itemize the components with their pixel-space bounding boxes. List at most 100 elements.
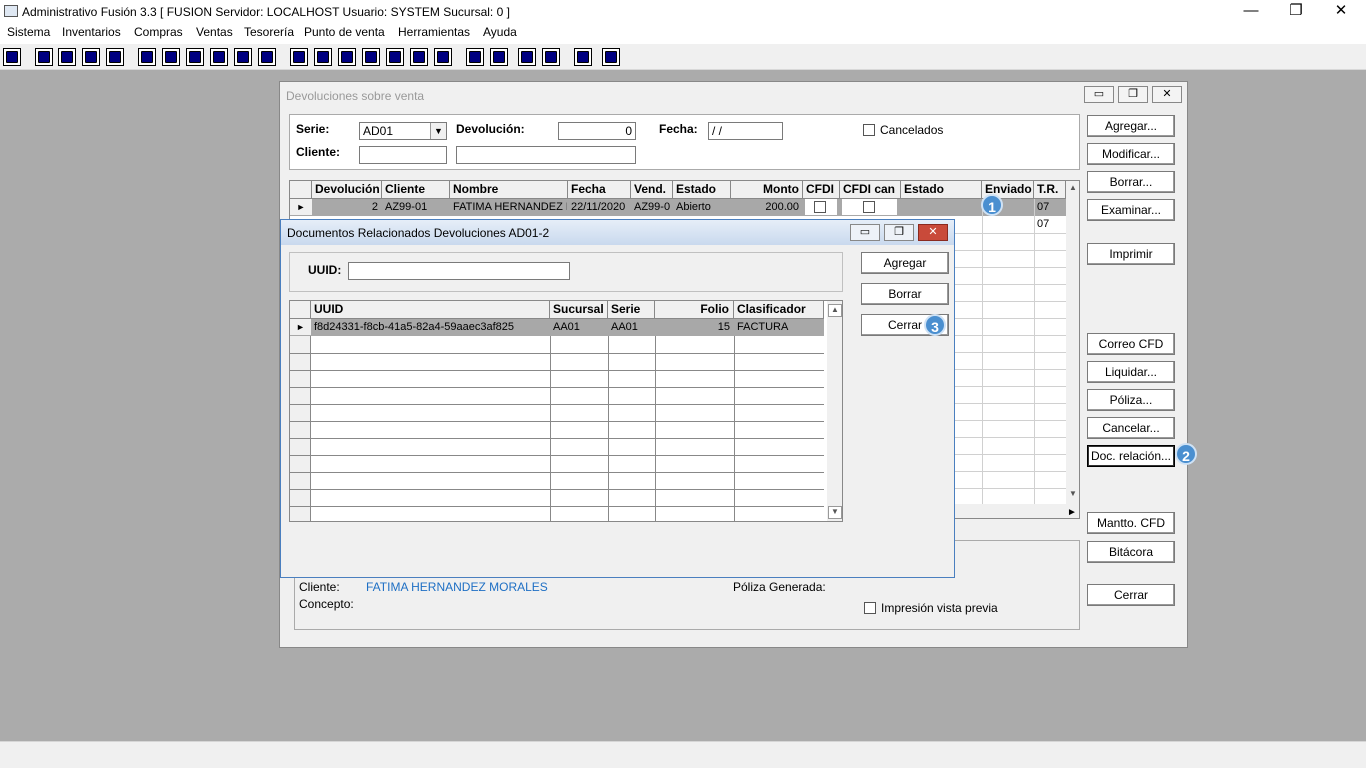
docrel-agregar-button[interactable]: Agregar [861, 252, 949, 274]
devolucion-input[interactable]: 0 [558, 122, 636, 140]
poliza-button[interactable]: Póliza... [1087, 389, 1175, 411]
toolbar-document-icon[interactable] [234, 48, 252, 66]
serie-label: Serie: [296, 122, 330, 136]
scroll-up-icon[interactable]: ▲ [1066, 183, 1079, 192]
cliente-name-input[interactable] [456, 146, 636, 164]
docrel-restore-icon[interactable]: ❐ [884, 224, 914, 241]
toolbar-table-icon[interactable] [434, 48, 452, 66]
menu-herramientas[interactable]: Herramientas [398, 25, 470, 39]
toolbar-window-icon[interactable] [35, 48, 53, 66]
col-estado[interactable]: Estado [673, 181, 731, 199]
footer-cliente-value: FATIMA HERNANDEZ MORALES [366, 580, 548, 594]
scroll-right-icon[interactable]: ► [1065, 507, 1079, 518]
grid-line [290, 455, 824, 456]
cliente-code-input[interactable] [359, 146, 447, 164]
correo-cfd-button[interactable]: Correo CFD [1087, 333, 1175, 355]
borrar-button[interactable]: Borrar... [1087, 171, 1175, 193]
toolbar-print-icon[interactable] [210, 48, 228, 66]
scroll-up-icon[interactable]: ▲ [828, 304, 842, 317]
grid-line [734, 336, 735, 521]
docrel-close-icon[interactable]: ✕ [918, 224, 948, 241]
toolbar-search-icon[interactable] [106, 48, 124, 66]
imprimir-button[interactable]: Imprimir [1087, 243, 1175, 265]
serie-select[interactable]: AD01 ▼ [359, 122, 447, 140]
liquidar-button[interactable]: Liquidar... [1087, 361, 1175, 383]
toolbar-back-icon[interactable] [574, 48, 592, 66]
impresion-checkbox[interactable] [864, 602, 876, 614]
toolbar-add-icon[interactable] [362, 48, 380, 66]
toolbar-doc-in-icon[interactable] [186, 48, 204, 66]
menu-ventas[interactable]: Ventas [196, 25, 233, 39]
toolbar-folder-icon[interactable] [162, 48, 180, 66]
chevron-down-icon[interactable]: ▼ [430, 123, 446, 139]
col-cfdi[interactable]: CFDI [803, 181, 840, 199]
agregar-button[interactable]: Agregar... [1087, 115, 1175, 137]
toolbar-undo-icon[interactable] [542, 48, 560, 66]
bitacora-button[interactable]: Bitácora [1087, 541, 1175, 563]
col-folio[interactable]: Folio [655, 301, 734, 319]
col-clasificador[interactable]: Clasificador [734, 301, 824, 319]
dev-minimize-icon[interactable]: ▭ [1084, 86, 1114, 103]
docrel-grid[interactable]: UUID Sucursal Serie Folio Clasificador ►… [289, 300, 843, 522]
col-vend[interactable]: Vend. [631, 181, 673, 199]
menu-compras[interactable]: Compras [134, 25, 183, 39]
menu-tesoreria[interactable]: Tesorería [244, 25, 294, 39]
col-devolucion[interactable]: Devolución [312, 181, 382, 199]
scroll-down-icon[interactable]: ▼ [828, 506, 842, 519]
uuid-input[interactable] [348, 262, 570, 280]
col-uuid[interactable]: UUID [311, 301, 550, 319]
col-estado-2[interactable]: Estado [901, 181, 982, 199]
vertical-scrollbar[interactable]: ▲ ▼ [1066, 181, 1079, 504]
cancelar-button[interactable]: Cancelar... [1087, 417, 1175, 439]
toolbar-note-icon[interactable] [410, 48, 428, 66]
toolbar-calc-icon[interactable] [3, 48, 21, 66]
examinar-button[interactable]: Examinar... [1087, 199, 1175, 221]
col-sucursal[interactable]: Sucursal [550, 301, 608, 319]
docrel-minimize-icon[interactable]: ▭ [850, 224, 880, 241]
cerrar-button[interactable]: Cerrar [1087, 584, 1175, 606]
mantto-cfd-button[interactable]: Mantto. CFD [1087, 512, 1175, 534]
minimize-button[interactable]: — [1228, 0, 1274, 24]
toolbar-list-icon[interactable] [258, 48, 276, 66]
menu-punto-de-venta[interactable]: Punto de venta [304, 25, 385, 39]
toolbar [0, 44, 1366, 70]
col-cliente[interactable]: Cliente [382, 181, 450, 199]
dev-close-icon[interactable]: ✕ [1152, 86, 1182, 103]
col-serie[interactable]: Serie [608, 301, 655, 319]
docrel-vertical-scrollbar[interactable]: ▲ ▼ [827, 301, 842, 521]
toolbar-refresh-icon[interactable] [518, 48, 536, 66]
docrel-borrar-button[interactable]: Borrar [861, 283, 949, 305]
col-fecha[interactable]: Fecha [568, 181, 631, 199]
menu-ayuda[interactable]: Ayuda [483, 25, 517, 39]
close-button[interactable]: ✕ [1318, 0, 1364, 24]
menu-sistema[interactable]: Sistema [7, 25, 50, 39]
toolbar-user-icon[interactable] [138, 48, 156, 66]
toolbar-box-icon[interactable] [314, 48, 332, 66]
cfdi-checkbox[interactable] [814, 201, 826, 213]
docrel-dialog: Documentos Relacionados Devoluciones AD0… [280, 219, 955, 578]
cancelados-checkbox[interactable] [863, 124, 875, 136]
dev-restore-icon[interactable]: ❐ [1118, 86, 1148, 103]
cell-cfdi-can [842, 199, 897, 215]
col-monto[interactable]: Monto [731, 181, 803, 199]
table-row[interactable]: ► f8d24331-f8cb-41a5-82a4-59aaec3af825 A… [290, 319, 824, 336]
toolbar-money-icon[interactable] [386, 48, 404, 66]
col-nombre[interactable]: Nombre [450, 181, 568, 199]
table-row[interactable]: ► 2 AZ99-01 FATIMA HERNANDEZ M 22/11/202… [290, 199, 1066, 216]
toolbar-zoom-icon[interactable] [490, 48, 508, 66]
toolbar-home-icon[interactable] [466, 48, 484, 66]
modificar-button[interactable]: Modificar... [1087, 143, 1175, 165]
cfdi-can-checkbox[interactable] [863, 201, 875, 213]
toolbar-doc-out-icon[interactable] [338, 48, 356, 66]
col-tr[interactable]: T.R. [1034, 181, 1066, 199]
menu-inventarios[interactable]: Inventarios [62, 25, 121, 39]
toolbar-binoculars-icon[interactable] [290, 48, 308, 66]
toolbar-help-icon[interactable] [602, 48, 620, 66]
toolbar-clipboard-icon[interactable] [58, 48, 76, 66]
doc-relacion-button[interactable]: Doc. relación... [1087, 445, 1175, 467]
col-cfdi-can[interactable]: CFDI can [840, 181, 901, 199]
fecha-input[interactable]: / / [708, 122, 783, 140]
toolbar-transfer-icon[interactable] [82, 48, 100, 66]
restore-button[interactable]: ❐ [1273, 0, 1319, 24]
scroll-down-icon[interactable]: ▼ [1066, 489, 1079, 498]
